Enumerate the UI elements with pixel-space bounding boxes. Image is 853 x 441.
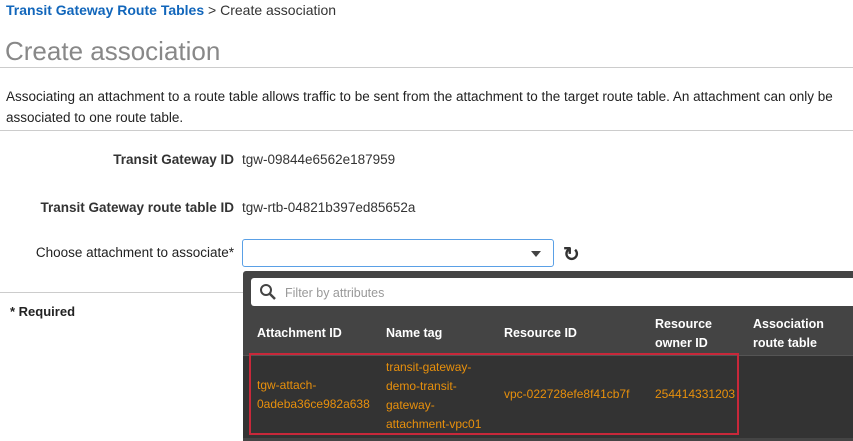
column-header-association-route-table: Association route table	[753, 317, 824, 350]
breadcrumb-link-route-tables[interactable]: Transit Gateway Route Tables	[6, 2, 204, 18]
breadcrumb: Transit Gateway Route Tables > Create as…	[6, 2, 336, 18]
required-note: * Required	[10, 304, 76, 319]
refresh-icon[interactable]: ↻	[563, 242, 580, 267]
row-highlight-box	[249, 353, 739, 435]
rtb-id-value: tgw-rtb-04821b397ed85652a	[242, 200, 416, 215]
column-header-attachment-id: Attachment ID	[257, 326, 342, 340]
tgw-id-label: Transit Gateway ID	[113, 152, 234, 167]
column-header-resource-id: Resource ID	[504, 326, 577, 340]
attachment-label: Choose attachment to associate*	[35, 245, 234, 260]
breadcrumb-current: Create association	[220, 2, 337, 18]
divider	[0, 130, 853, 131]
search-icon	[260, 284, 276, 300]
filter-box	[251, 278, 853, 308]
attachment-dropdown-panel: Attachment ID Name tag Resource ID Resou…	[243, 271, 853, 441]
column-header-name-tag: Name tag	[386, 326, 443, 340]
tgw-id-value: tgw-09844e6562e187959	[242, 152, 396, 167]
chevron-down-icon	[531, 251, 541, 257]
divider	[0, 67, 853, 68]
breadcrumb-separator: >	[208, 2, 217, 18]
page-description: Associating an attachment to a route tab…	[6, 89, 833, 125]
filter-input[interactable]	[283, 278, 787, 308]
column-header-owner-id: Resource owner ID	[655, 317, 712, 350]
divider	[0, 292, 243, 293]
rtb-id-label: Transit Gateway route table ID	[40, 200, 234, 215]
attachment-select[interactable]	[242, 239, 554, 267]
page-title: Create association	[5, 36, 221, 66]
